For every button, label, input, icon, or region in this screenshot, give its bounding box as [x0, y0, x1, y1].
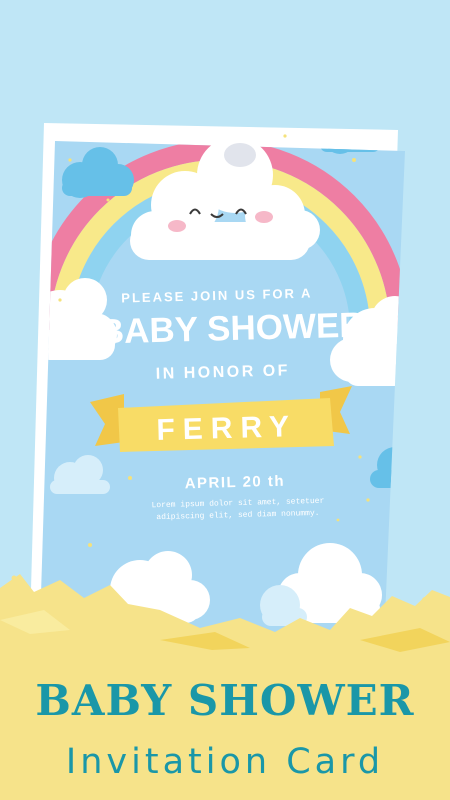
guest-name: FERRY: [156, 410, 297, 447]
event-date: APRIL 20 th: [184, 473, 285, 493]
bottom-subtitle: Invitation Card: [65, 742, 385, 782]
card-honor: IN HONOR OF: [156, 362, 291, 383]
card-headline: BABY SHOWER: [98, 306, 365, 352]
bottom-title: BABY SHOWER: [35, 676, 415, 725]
